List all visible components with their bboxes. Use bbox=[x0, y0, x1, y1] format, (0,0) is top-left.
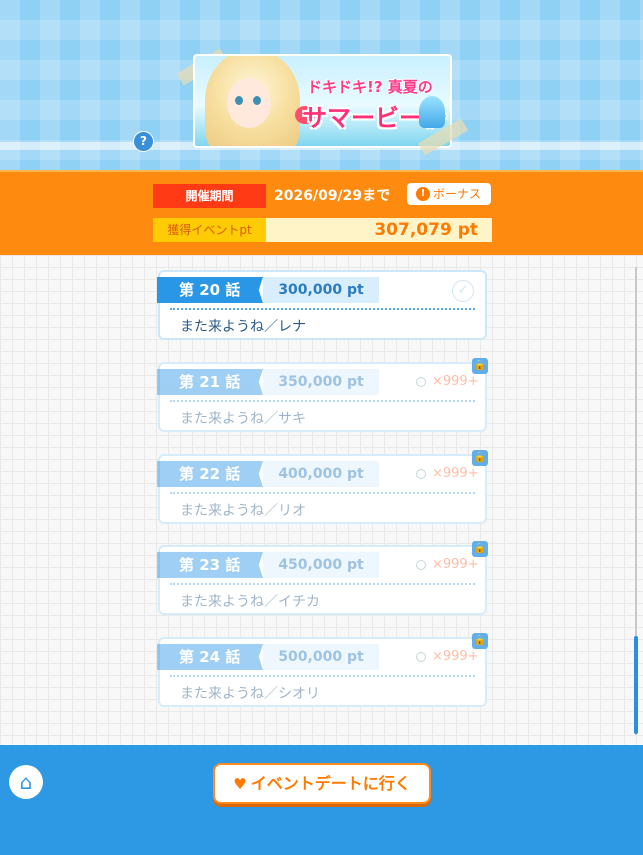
episode-card[interactable]: 🔒 第 23 話 450,000 pt ×999+ また来ようね／イチカ bbox=[157, 541, 488, 615]
episode-points: 400,000 pt bbox=[263, 461, 379, 487]
episode-number: 第 24 話 bbox=[157, 644, 263, 670]
character-eye bbox=[235, 96, 243, 105]
episode-number: 第 21 話 bbox=[157, 369, 263, 395]
episode-title: また来ようね／サキ bbox=[180, 411, 306, 427]
gem-icon bbox=[416, 468, 426, 479]
gem-icon bbox=[416, 376, 426, 387]
episode-card[interactable]: 🔒 第 22 話 400,000 pt ×999+ また来ようね／リオ bbox=[157, 450, 488, 524]
lock-icon: 🔒 bbox=[472, 633, 488, 649]
episode-title: また来ようね／イチカ bbox=[180, 594, 320, 610]
episode-card[interactable]: 🔒 第 24 話 500,000 pt ×999+ また来ようね／シオリ bbox=[157, 633, 488, 707]
heart-icon: ♥ bbox=[233, 775, 247, 793]
episode-reward: ×999+ bbox=[416, 557, 479, 572]
episode-reward: ×999+ bbox=[416, 466, 479, 481]
episode-reward: ×999+ bbox=[416, 374, 479, 389]
divider bbox=[170, 492, 475, 494]
episode-reward: ×999+ bbox=[416, 649, 479, 664]
shaved-ice-icon bbox=[419, 96, 445, 128]
episode-number: 第 20 話 bbox=[157, 277, 263, 303]
lock-icon: 🔒 bbox=[472, 450, 488, 466]
character-eye bbox=[253, 96, 261, 105]
reward-count: ×999+ bbox=[432, 557, 479, 572]
episode-points: 350,000 pt bbox=[263, 369, 379, 395]
points-value: 307,079 pt bbox=[266, 218, 492, 242]
episode-card[interactable]: 🔒 第 21 話 350,000 pt ×999+ また来ようね／サキ bbox=[157, 358, 488, 432]
points-label: 獲得イベントpt bbox=[153, 218, 266, 242]
period-value: 2026/09/29まで bbox=[274, 188, 391, 204]
exclamation-icon: ! bbox=[416, 187, 430, 201]
bottom-bar: ⌂ ♥ イベントデートに行く bbox=[0, 745, 643, 855]
gem-icon bbox=[416, 559, 426, 570]
banner-title-line1: ドキドキ!? 真夏の bbox=[307, 78, 433, 96]
divider bbox=[170, 583, 475, 585]
divider bbox=[170, 675, 475, 677]
bonus-button[interactable]: ! ボーナス bbox=[407, 183, 491, 205]
scrollbar-thumb[interactable] bbox=[634, 636, 638, 734]
event-info-bar: 開催期間 2026/09/29まで ! ボーナス 獲得イベントpt 307,07… bbox=[0, 170, 643, 255]
event-banner[interactable]: ドキドキ!? 真夏の サマービーチ bbox=[193, 54, 452, 148]
episode-title: また来ようね／レナ bbox=[180, 319, 306, 335]
episode-title: また来ようね／シオリ bbox=[180, 686, 320, 702]
episode-number: 第 22 話 bbox=[157, 461, 263, 487]
lock-icon: 🔒 bbox=[472, 541, 488, 557]
home-icon[interactable]: ⌂ bbox=[9, 765, 43, 799]
reward-count: ×999+ bbox=[432, 649, 479, 664]
bonus-label: ボーナス bbox=[433, 187, 482, 201]
character-face bbox=[227, 78, 271, 128]
divider bbox=[170, 308, 475, 310]
gem-icon bbox=[416, 651, 426, 662]
reward-count: ×999+ bbox=[432, 374, 479, 389]
episode-title: また来ようね／リオ bbox=[180, 503, 306, 519]
event-date-label: イベントデートに行く bbox=[250, 774, 411, 793]
episode-card[interactable]: 第 20 話 300,000 pt ✓ また来ようね／レナ bbox=[157, 270, 487, 340]
episode-number: 第 23 話 bbox=[157, 552, 263, 578]
help-button[interactable]: ? bbox=[133, 131, 154, 152]
episode-points: 450,000 pt bbox=[263, 552, 379, 578]
divider bbox=[170, 400, 475, 402]
episode-points: 500,000 pt bbox=[263, 644, 379, 670]
episode-points: 300,000 pt bbox=[263, 277, 379, 303]
episode-list[interactable]: 第 20 話 300,000 pt ✓ また来ようね／レナ 🔒 第 21 話 3… bbox=[0, 255, 643, 745]
lock-icon: 🔒 bbox=[472, 358, 488, 374]
event-date-button[interactable]: ♥ イベントデートに行く bbox=[213, 763, 431, 804]
reward-count: ×999+ bbox=[432, 466, 479, 481]
event-header: ドキドキ!? 真夏の サマービーチ ? bbox=[0, 0, 643, 170]
check-icon: ✓ bbox=[452, 280, 474, 302]
period-label: 開催期間 bbox=[153, 184, 266, 208]
